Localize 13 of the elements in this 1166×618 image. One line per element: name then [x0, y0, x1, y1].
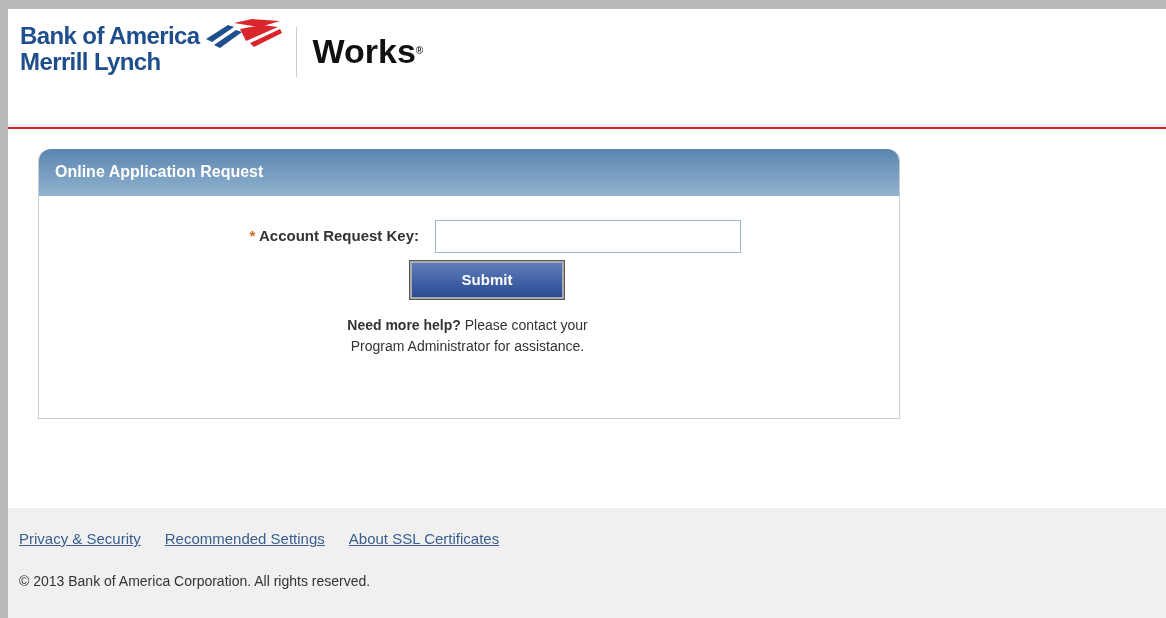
input-field[interactable]	[435, 220, 741, 253]
help-text: Need more help? Please contact your Program Administrator for assistance.	[346, 316, 589, 356]
registered-mark: ®	[415, 45, 424, 56]
submit-button[interactable]: Submit	[410, 261, 564, 299]
field-label: * Account Request Key:	[248, 226, 419, 247]
footer-link[interactable]: About SSL Certificates	[348, 530, 500, 547]
panel-title: Online Application Request	[39, 149, 899, 196]
product-name: Works	[312, 32, 416, 70]
footer-link[interactable]: Privacy & Security	[19, 530, 141, 547]
copyright-text: © 2013 Bank of America Corporation. All rights reserved.	[19, 571, 372, 591]
footer-link[interactable]: Recommended Settings	[164, 530, 325, 547]
logo-text: Merrill Lynch	[20, 49, 162, 75]
logo-text: Bank of America	[20, 23, 200, 49]
